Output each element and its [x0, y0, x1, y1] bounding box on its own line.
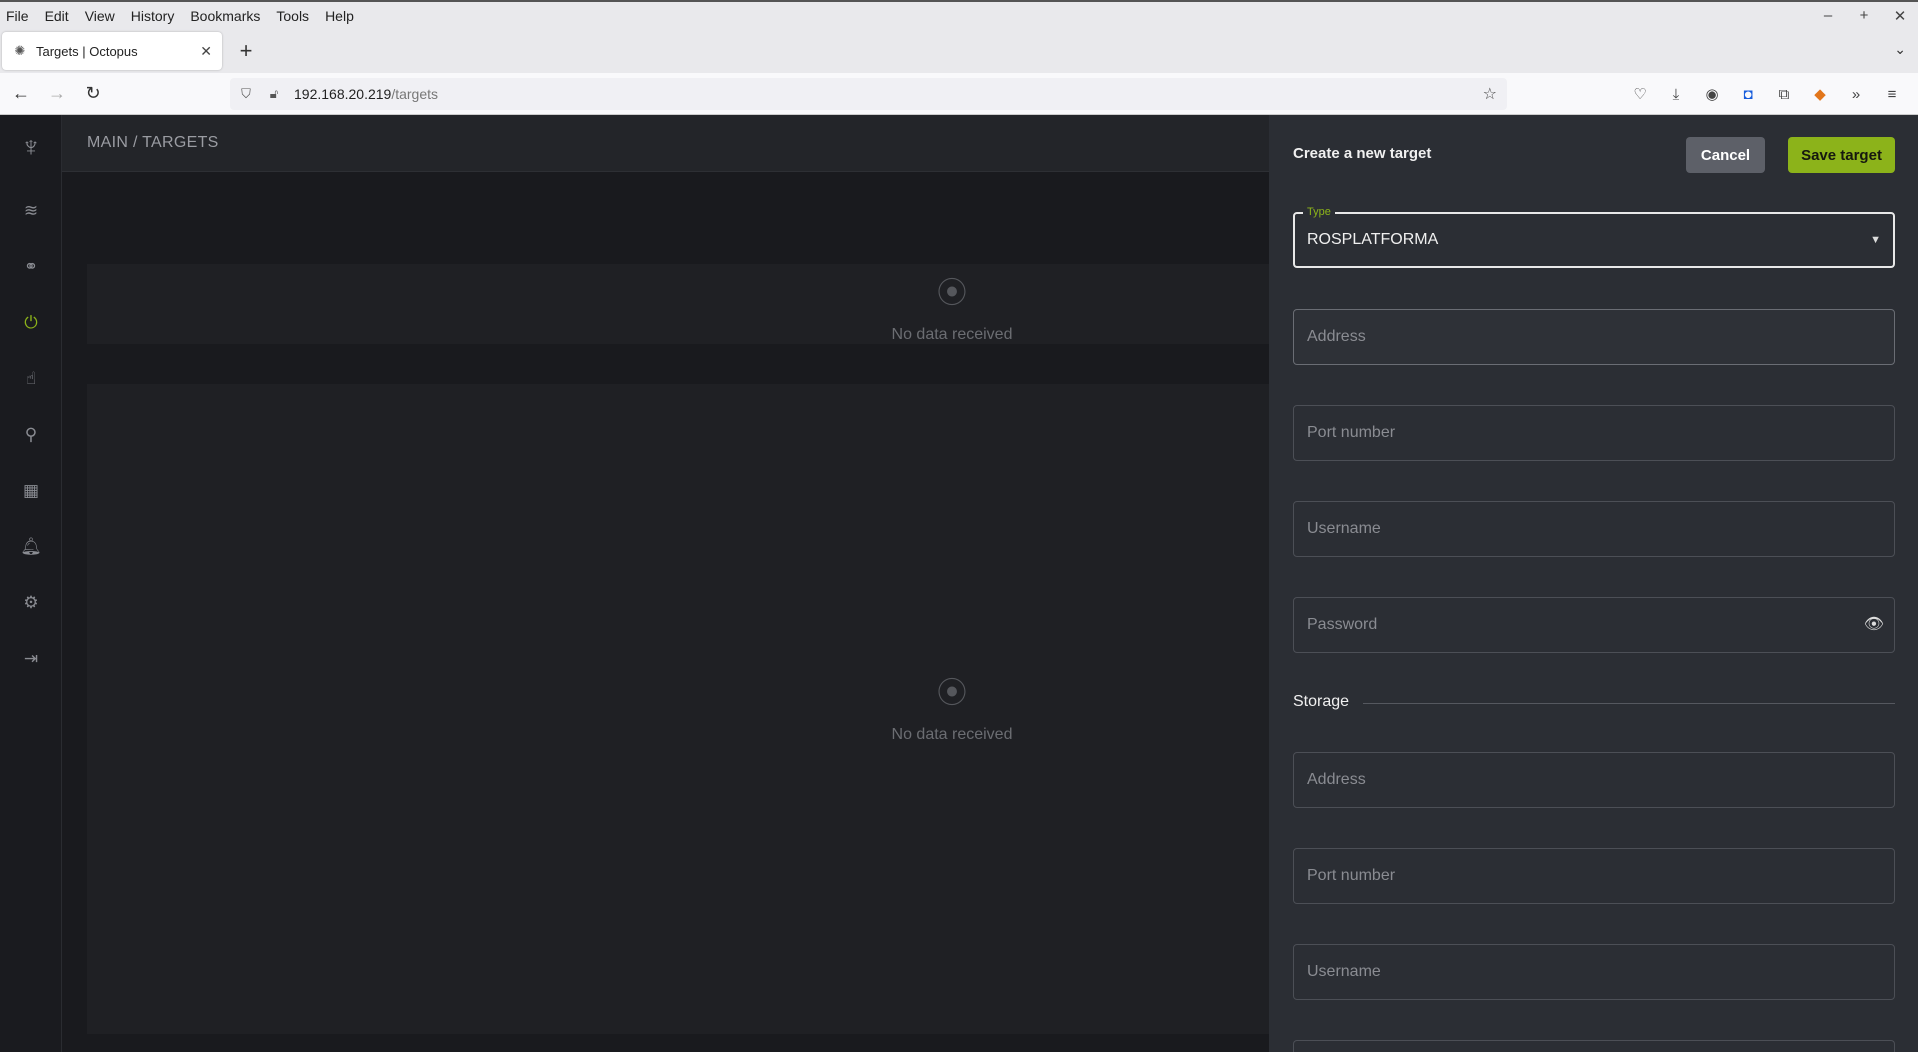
storage-port-placeholder: Port number [1307, 867, 1396, 884]
insecure-lock-icon[interactable]: 🔓︎ [262, 86, 286, 102]
tab-bar: ✺ Targets | Octopus ✕ + ⌄ [0, 29, 1918, 73]
metamask-icon[interactable]: ◆ [1802, 85, 1838, 103]
password-placeholder: Password [1307, 616, 1378, 633]
bitwarden-icon[interactable]: ◘ [1730, 86, 1766, 103]
type-value: ROSPLATFORMA [1307, 231, 1439, 248]
gear-icon[interactable]: ⚙ [0, 593, 62, 613]
power-icon[interactable]: ⏻ [0, 313, 62, 333]
port-input[interactable]: Port number [1293, 405, 1895, 461]
panel-top: ⦿ No data received [87, 264, 1287, 344]
panel-main: ⦿ No data received [87, 384, 1287, 1034]
pocket-icon[interactable]: ♡ [1622, 85, 1658, 103]
menu-bookmarks[interactable]: Bookmarks [182, 8, 268, 24]
hand-icon[interactable]: ☝ [0, 369, 62, 389]
list-tabs-icon[interactable]: ⌄ [1894, 41, 1906, 58]
extensions-icon[interactable]: ⧉ [1766, 86, 1802, 103]
no-signal-icon: ⦿ [937, 277, 967, 310]
nav-bar: ← → ↻ ⛉ 🔓︎ 192.168.20.219/targets ☆ ♡ ⤓ … [0, 73, 1918, 115]
app-root: ♆ ≋ ⚭ ⏻ ☝ ⚲ ▦ 🔔︎ ⚙ ⇥ MAIN / TARGETS ⦿ No… [0, 115, 1918, 1052]
download-icon[interactable]: ⤓ [1658, 86, 1694, 103]
type-label: Type [1303, 206, 1335, 218]
empty-state: ⦿ No data received [802, 668, 1102, 744]
dashboard-icon[interactable]: ▦ [0, 481, 62, 501]
toolbar-icons: ♡ ⤓ ◉ ◘ ⧉ ◆ » ≡ [1622, 73, 1910, 115]
storage-address-input[interactable]: Address [1293, 752, 1895, 808]
menu-tools[interactable]: Tools [268, 8, 317, 24]
shield-icon[interactable]: ⛉ [234, 86, 258, 102]
new-tab-button[interactable]: + [232, 38, 260, 64]
url-bar[interactable]: ⛉ 🔓︎ 192.168.20.219/targets ☆ [230, 78, 1507, 110]
menu-edit[interactable]: Edit [37, 8, 77, 24]
storage-port-input[interactable]: Port number [1293, 848, 1895, 904]
octopus-favicon-icon: ✺ [14, 43, 26, 58]
minimize-button[interactable]: – [1810, 7, 1846, 24]
maximize-button[interactable]: + [1846, 7, 1882, 24]
divider-line [1293, 703, 1895, 704]
breadcrumb: MAIN / TARGETS [87, 134, 219, 151]
menu-file[interactable]: File [0, 8, 37, 24]
tab-targets[interactable]: ✺ Targets | Octopus ✕ [2, 32, 222, 70]
layers-icon[interactable]: ≋ [0, 201, 62, 221]
menu-help[interactable]: Help [317, 8, 362, 24]
no-signal-icon: ⦿ [937, 677, 967, 710]
reload-button[interactable]: ↻ [78, 83, 108, 104]
close-tab-icon[interactable]: ✕ [200, 43, 212, 60]
storage-section-divider: Storage [1293, 693, 1895, 715]
cancel-button[interactable]: Cancel [1686, 137, 1765, 173]
bell-icon[interactable]: 🔔︎ [0, 537, 62, 557]
close-window-button[interactable]: ✕ [1882, 7, 1918, 25]
bookmark-star-icon[interactable]: ☆ [1483, 84, 1497, 104]
tab-title: Targets | Octopus [36, 43, 138, 59]
account-icon[interactable]: ◉ [1694, 85, 1730, 103]
storage-username-placeholder: Username [1307, 963, 1381, 980]
nodes-icon[interactable]: ⚭ [0, 257, 62, 277]
hamburger-menu-icon[interactable]: ≡ [1874, 86, 1910, 103]
menu-history[interactable]: History [123, 8, 183, 24]
menu-view[interactable]: View [77, 8, 123, 24]
storage-password-input[interactable] [1293, 1040, 1895, 1052]
address-input[interactable]: Address [1293, 309, 1895, 365]
back-button[interactable]: ← [6, 83, 36, 104]
save-target-button[interactable]: Save target [1788, 137, 1895, 173]
forward-button[interactable]: → [42, 83, 72, 104]
overflow-icon[interactable]: » [1838, 86, 1874, 103]
sidebar: ♆ ≋ ⚭ ⏻ ☝ ⚲ ▦ 🔔︎ ⚙ ⇥ [0, 115, 62, 1052]
drawer-title: Create a new target [1293, 145, 1432, 162]
menu-bar: File Edit View History Bookmarks Tools H… [0, 0, 1918, 29]
url-path: /targets [391, 86, 439, 102]
dropdown-arrow-icon[interactable]: ▼ [1870, 234, 1881, 246]
storage-address-placeholder: Address [1307, 771, 1366, 788]
logout-icon[interactable]: ⇥ [0, 649, 62, 669]
storage-username-input[interactable]: Username [1293, 944, 1895, 1000]
url-host: 192.168.20.219 [294, 86, 392, 102]
octopus-logo-icon[interactable]: ♆ [0, 131, 62, 163]
empty-state-message: No data received [891, 326, 1013, 343]
type-select[interactable]: Type ROSPLATFORMA ▼ [1293, 206, 1895, 268]
create-target-drawer: Create a new target Cancel Save target T… [1269, 115, 1918, 1052]
empty-state-message: No data received [891, 726, 1013, 743]
window-controls: – + ✕ [1810, 2, 1918, 29]
empty-state: ⦿ No data received [802, 268, 1102, 344]
show-password-eye-icon[interactable]: 👁︎ [1864, 614, 1884, 634]
username-placeholder: Username [1307, 520, 1381, 537]
storage-section-label: Storage [1293, 693, 1364, 711]
port-placeholder: Port number [1307, 424, 1396, 441]
username-input[interactable]: Username [1293, 501, 1895, 557]
address-placeholder: Address [1307, 328, 1366, 345]
search-icon[interactable]: ⚲ [0, 425, 62, 445]
password-input[interactable]: Password 👁︎ [1293, 597, 1895, 653]
